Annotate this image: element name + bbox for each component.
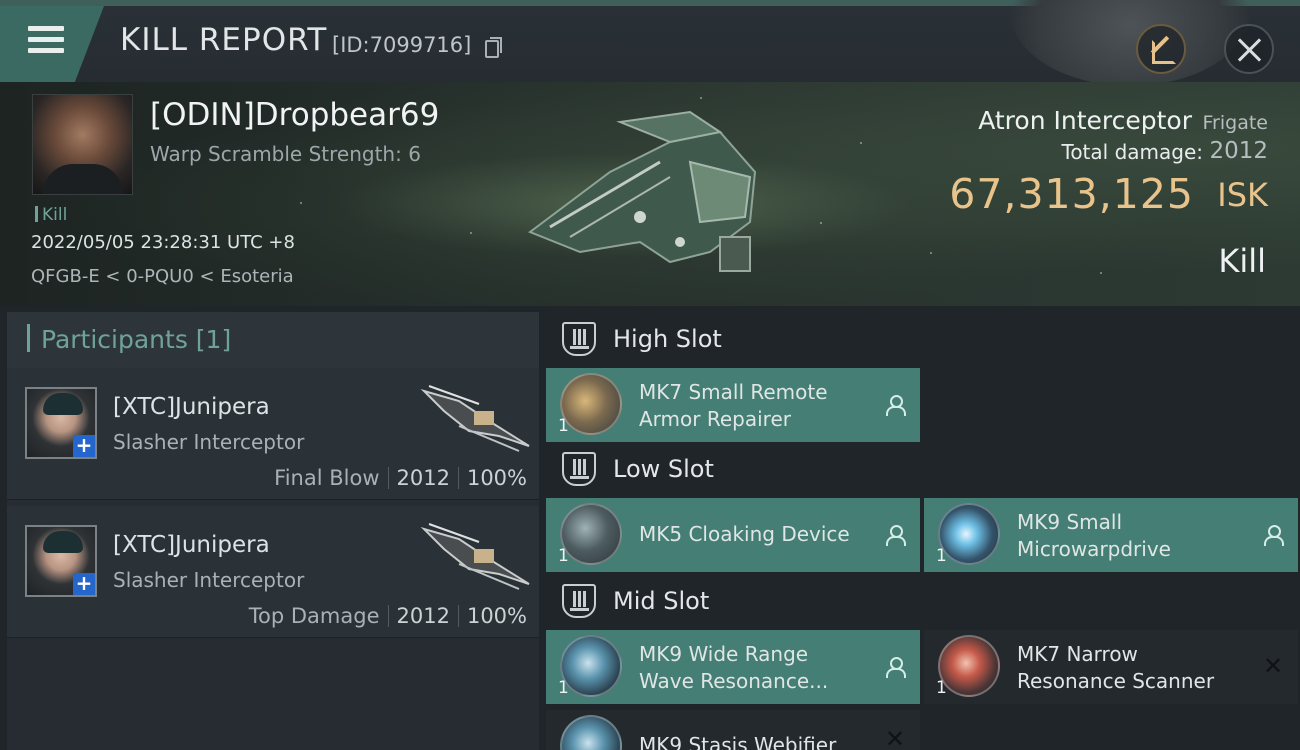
hamburger-icon — [28, 26, 64, 59]
low-slot-label: Low Slot — [613, 455, 714, 483]
armor-repairer-icon — [560, 373, 622, 435]
share-button[interactable] — [1136, 24, 1186, 74]
dropped-person-icon — [884, 393, 906, 416]
high-slot-header: High Slot — [546, 312, 1300, 368]
low-slot-header: Low Slot — [546, 442, 1300, 498]
header-bar: KILL REPORT [ID:7099716] — [0, 0, 1300, 86]
high-slot-label: High Slot — [613, 325, 722, 353]
mid-slot-header: Mid Slot — [546, 574, 1300, 630]
report-id: [ID:7099716] — [332, 33, 472, 57]
module-item[interactable]: 1 MK7 Small Remote Armor Repairer — [546, 368, 920, 442]
microwarpdrive-icon — [938, 503, 1000, 565]
module-item[interactable]: 1 MK9 Wide Range Wave Resonance... — [546, 630, 920, 704]
participants-header: Participants [1] — [7, 312, 539, 368]
module-quantity: 1 — [558, 678, 569, 698]
module-item[interactable]: MK9 Stasis Webifier ✕ — [546, 710, 920, 750]
participant-name[interactable]: [XTC]Junipera — [113, 532, 270, 558]
copy-icon[interactable] — [485, 37, 502, 58]
module-name: MK7 Narrow Resonance Scanner — [1017, 642, 1215, 693]
participant-percent: 100% — [466, 466, 527, 490]
kill-location: QFGB-E < 0-PQU0 < Esoteria — [31, 266, 294, 287]
dropped-person-icon — [884, 655, 906, 678]
participant-row[interactable]: + [XTC]Junipera Slasher Interceptor Fina… — [7, 368, 539, 500]
isk-unit: ISK — [1217, 176, 1268, 214]
fitting-panel: High Slot 1 MK7 Small Remote Armor Repai… — [546, 312, 1300, 750]
participant-stats: Top Damage 2012 100% — [249, 604, 527, 628]
menu-button[interactable] — [0, 6, 104, 82]
victim-ship-image — [527, 110, 757, 272]
module-quantity: 1 — [558, 416, 569, 436]
participant-ship-image — [420, 385, 530, 452]
warp-scramble-strength: Warp Scramble Strength: 6 — [150, 142, 421, 166]
webifier-icon — [560, 715, 622, 750]
module-name: MK9 Wide Range Wave Resonance... — [639, 642, 829, 693]
participant-percent: 100% — [466, 604, 527, 628]
module-quantity: 1 — [936, 678, 947, 698]
scanner-icon — [938, 635, 1000, 697]
module-quantity: 1 — [558, 546, 569, 566]
victim-portrait[interactable] — [32, 94, 133, 195]
low-slot-icon — [562, 452, 596, 486]
module-item[interactable]: 1 MK9 Small Microwarpdrive — [924, 498, 1298, 572]
participants-title: Participants [1] — [41, 325, 232, 354]
participant-damage: 2012 — [396, 604, 450, 628]
participants-panel: Participants [1] + [XTC]Junipera Slasher… — [7, 312, 539, 750]
mid-slot-label: Mid Slot — [613, 587, 710, 615]
mid-slot-icon — [562, 584, 596, 618]
high-slot-icon — [562, 322, 596, 356]
planet-backdrop — [1010, 0, 1250, 86]
module-item[interactable]: 1 MK5 Cloaking Device — [546, 498, 920, 572]
total-damage-label: Total damage: — [1061, 140, 1204, 164]
add-contact-icon[interactable]: + — [73, 435, 95, 457]
destroyed-icon: ✕ — [884, 725, 906, 750]
module-name: MK9 Stasis Webifier — [639, 733, 837, 750]
module-quantity: 1 — [936, 546, 947, 566]
dropped-person-icon — [884, 523, 906, 546]
resonance-icon — [560, 635, 622, 697]
participant-stats: Final Blow 2012 100% — [274, 466, 527, 490]
cloaking-device-icon — [560, 503, 622, 565]
module-name: MK9 Small Microwarpdrive — [1017, 510, 1171, 561]
participant-role: Final Blow — [274, 466, 380, 490]
add-contact-icon[interactable]: + — [73, 573, 95, 595]
participant-role: Top Damage — [248, 604, 380, 628]
module-name: MK7 Small Remote Armor Repairer — [639, 380, 828, 431]
participant-ship: Slasher Interceptor — [113, 430, 305, 454]
kill-type: Kill — [1218, 242, 1266, 280]
module-item[interactable]: 1 MK7 Narrow Resonance Scanner ✕ — [924, 630, 1298, 704]
module-name: MK5 Cloaking Device — [639, 522, 850, 546]
total-damage-value: 2012 — [1209, 138, 1268, 164]
victim-name[interactable]: [ODIN]Dropbear69 — [150, 97, 439, 133]
participant-ship: Slasher Interceptor — [113, 568, 305, 592]
victim-ship-class: Frigate — [1202, 112, 1268, 134]
victim-ship-name: Atron Interceptor — [978, 106, 1192, 135]
page-title: KILL REPORT — [120, 22, 328, 58]
participant-row[interactable]: + [XTC]Junipera Slasher Interceptor Top … — [7, 506, 539, 638]
participant-damage: 2012 — [396, 466, 450, 490]
destroyed-icon: ✕ — [1262, 652, 1284, 680]
participant-ship-image — [420, 523, 530, 590]
close-button[interactable] — [1224, 24, 1274, 74]
victim-banner: [ODIN]Dropbear69 Warp Scramble Strength:… — [0, 82, 1300, 306]
dropped-person-icon — [1262, 523, 1284, 546]
isk-value: 67,313,125 — [949, 170, 1194, 218]
kill-datetime: 2022/05/05 23:28:31 UTC +8 — [31, 232, 295, 253]
kill-tag: Kill — [35, 205, 67, 225]
participant-name[interactable]: [XTC]Junipera — [113, 394, 270, 420]
